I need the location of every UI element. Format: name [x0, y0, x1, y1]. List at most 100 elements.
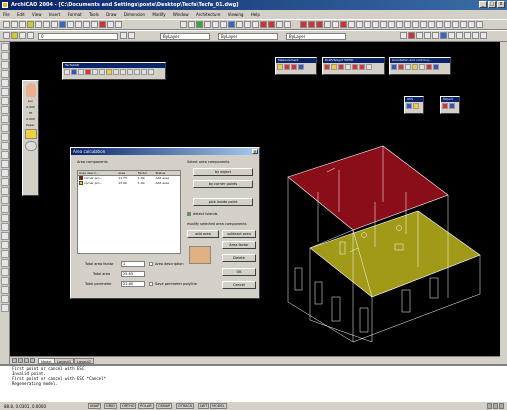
- total-area-field[interactable]: 25.63: [121, 271, 145, 277]
- standard-toolbar-icons[interactable]: [3, 21, 122, 29]
- menu-architecture[interactable]: Architecture: [196, 12, 221, 17]
- menu-tools[interactable]: Tools: [89, 12, 99, 17]
- menu-file[interactable]: File: [3, 12, 10, 17]
- side-properties-panel[interactable]: Lun 0.000 Ht 0.000 Paper: [22, 80, 39, 196]
- menu-draw[interactable]: Draw: [106, 12, 116, 17]
- menu-window[interactable]: Window: [173, 12, 189, 17]
- row-area: 13.90: [118, 181, 127, 185]
- detect-islands-label: detect islands: [193, 212, 218, 216]
- menu-viewing[interactable]: Viewing: [228, 12, 244, 17]
- standard-toolbar: [0, 19, 507, 30]
- detect-islands-checkbox[interactable]: [187, 212, 191, 216]
- menu-bar: File Edit View Insert Format Tools Draw …: [0, 10, 507, 19]
- area-description-checkbox[interactable]: [149, 262, 153, 266]
- object-snap-toolbar-icons[interactable]: [180, 21, 291, 29]
- add-area-button[interactable]: add area: [187, 230, 219, 238]
- polar-toggle[interactable]: POLAR: [138, 403, 154, 409]
- status-bar: 88.8, 0.0301, 0.0000 SNAP GRID ORTHO POL…: [0, 401, 507, 410]
- table-row[interactable]: corner pro... 13.90 1.00 Add area: [78, 181, 180, 186]
- by-corner-points-button[interactable]: by corner points: [193, 180, 253, 188]
- measurement-floating-toolbar[interactable]: Measurement: [275, 57, 317, 75]
- column-header[interactable]: Factor: [137, 171, 155, 175]
- coordinate-readout: 88.8, 0.0301, 0.0000: [4, 404, 46, 409]
- color-swatch: [79, 181, 83, 185]
- command-line-area[interactable]: First point or cancel with ESC Invalid p…: [0, 364, 507, 401]
- menu-dimension[interactable]: Dimension: [124, 12, 145, 17]
- column-header[interactable]: Area: [117, 171, 137, 175]
- maximize-button[interactable]: □: [488, 1, 496, 8]
- lineweight-combo[interactable]: ByLayer: [286, 33, 346, 40]
- acs-floating-toolbar[interactable]: ACS: [404, 96, 424, 114]
- menu-view[interactable]: View: [32, 12, 42, 17]
- view-toolbar-icons[interactable]: [400, 32, 487, 40]
- column-header[interactable]: Area descri...: [78, 171, 117, 175]
- subtract-area-button[interactable]: subtract area: [222, 230, 256, 238]
- minimize-button[interactable]: _: [479, 1, 487, 8]
- object-floating-toolbar[interactable]: Object: [440, 96, 460, 114]
- person-icon: [25, 83, 36, 97]
- area-calculation-dialog: Area calculation × Area components Area …: [70, 147, 260, 299]
- total-area-label: Total area: [93, 272, 111, 276]
- color-combo[interactable]: ByLayer: [160, 33, 210, 40]
- row-name: corner pro...: [84, 181, 103, 185]
- right-scrollbar[interactable]: [500, 42, 507, 364]
- system-tray-icons[interactable]: [487, 403, 504, 409]
- layout-tabs-bar: Model Layout1 Layout2: [10, 356, 500, 364]
- area-factor-button[interactable]: Area factor: [222, 241, 256, 249]
- ortho-toggle[interactable]: ORTHO: [120, 403, 137, 409]
- draw-tool-strip[interactable]: [0, 42, 10, 364]
- menu-help[interactable]: Help: [251, 12, 260, 17]
- dialog-close-button[interactable]: ×: [252, 149, 258, 154]
- area-components-list[interactable]: Area descri... Area Factor Status corner…: [77, 170, 181, 254]
- ok-button[interactable]: OK: [222, 268, 256, 276]
- area-components-label: Area components: [77, 160, 108, 164]
- side-panel-value: 0.000: [26, 117, 35, 121]
- side-panel-value: Ht: [28, 111, 33, 115]
- total-perimeter-label: Total perimeter: [85, 282, 112, 286]
- layer-toolbar-icons[interactable]: [3, 32, 34, 40]
- lwt-toggle[interactable]: LWT: [198, 403, 210, 409]
- properties-toolbar: 0 ByLayer ByLayer ByLayer: [0, 30, 507, 42]
- area-description-label: Area description: [155, 262, 184, 266]
- save-polyline-label: Save perimeter polyline: [155, 282, 197, 286]
- total-perimeter-field[interactable]: 21.60: [121, 281, 145, 287]
- hand-icon: [189, 246, 211, 264]
- side-panel-value: Paper: [26, 123, 35, 127]
- pick-inside-point-button[interactable]: pick inside point: [193, 198, 253, 206]
- annotation-floating-toolbar[interactable]: Annotation and control p...: [389, 57, 451, 75]
- menu-insert[interactable]: Insert: [49, 12, 60, 17]
- tecfa-floating-toolbar[interactable]: TecfaCAD: [62, 62, 166, 80]
- menu-format[interactable]: Format: [68, 12, 82, 17]
- side-panel-value: 0.000: [26, 105, 35, 109]
- by-object-button[interactable]: by object: [193, 168, 253, 176]
- total-area-factor-field[interactable]: 1: [121, 261, 145, 267]
- modify-components-label: modify selected area components: [187, 222, 247, 226]
- column-header[interactable]: Status: [155, 171, 181, 175]
- row-status: Add area: [155, 181, 169, 185]
- draw-toolbar-icons[interactable]: [300, 21, 483, 29]
- drafting-floating-toolbar[interactable]: Draft/Spigot WPHD: [322, 57, 385, 75]
- model-toggle[interactable]: MODEL: [210, 403, 227, 409]
- command-line: Regenerating model.: [12, 381, 58, 386]
- menu-modify[interactable]: Modify: [152, 12, 165, 17]
- color-swatch: [79, 176, 83, 180]
- select-components-label: Select area components: [187, 160, 230, 164]
- linetype-combo[interactable]: ByLayer: [218, 33, 278, 40]
- otrack-toggle[interactable]: OTRACK: [176, 403, 195, 409]
- layer-combo[interactable]: 0: [38, 33, 118, 40]
- grid-toggle[interactable]: GRID: [104, 403, 117, 409]
- settings-icon[interactable]: [24, 129, 37, 139]
- close-button[interactable]: x: [497, 1, 505, 8]
- clock-icon[interactable]: [24, 141, 37, 151]
- tab-navigation[interactable]: [12, 358, 35, 363]
- side-panel-value: Lun: [27, 99, 34, 103]
- osnap-toggle[interactable]: OSNAP: [156, 403, 173, 409]
- dialog-title-bar: Area calculation ×: [71, 148, 259, 155]
- cancel-button[interactable]: Cancel: [222, 281, 256, 289]
- dialog-title: Area calculation: [73, 149, 106, 154]
- delete-button[interactable]: Delete: [222, 254, 256, 262]
- save-polyline-checkbox[interactable]: [149, 282, 153, 286]
- layer-extra-icons[interactable]: [120, 32, 135, 40]
- snap-toggle[interactable]: SNAP: [88, 403, 102, 409]
- menu-edit[interactable]: Edit: [17, 12, 25, 17]
